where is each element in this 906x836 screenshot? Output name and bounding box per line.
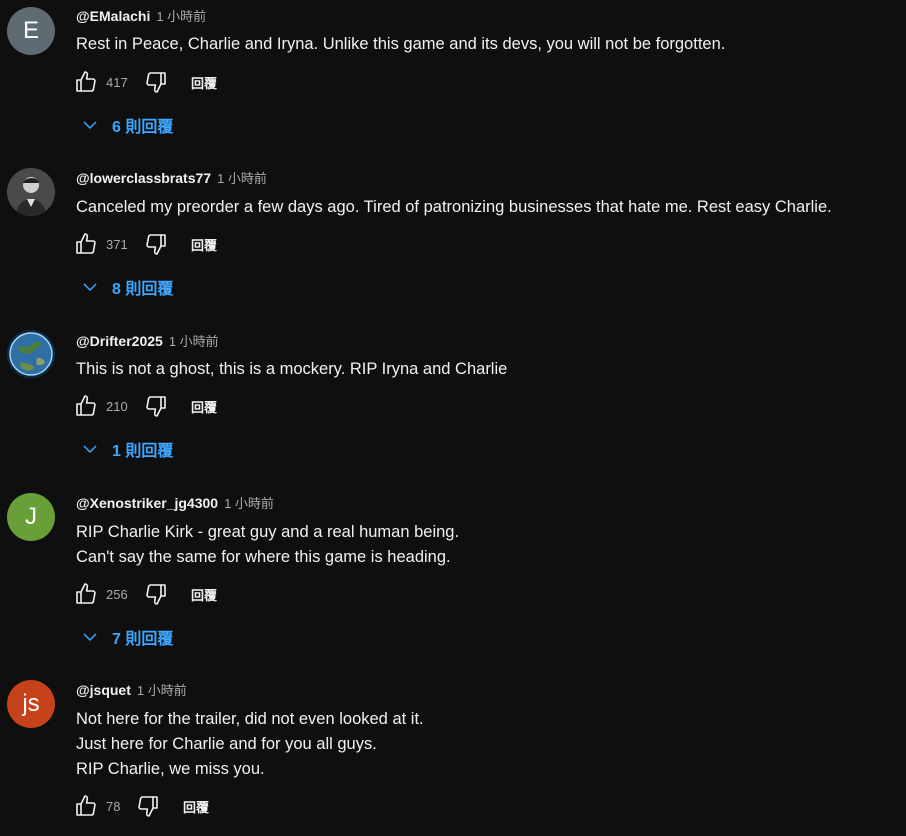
avatar[interactable]: J xyxy=(7,493,55,541)
thumbs-down-icon xyxy=(146,72,166,93)
dislike-button[interactable] xyxy=(142,69,170,95)
comment-text-line: Can't say the same for where this game i… xyxy=(76,548,451,566)
reply-button[interactable]: 回覆 xyxy=(191,585,217,604)
like-button[interactable] xyxy=(72,69,100,95)
comment-actions: 371 回覆 xyxy=(72,231,217,257)
comment-text: Not here for the trailer, did not even l… xyxy=(76,707,424,782)
reply-button[interactable]: 回覆 xyxy=(191,73,217,92)
comment-time[interactable]: 1 小時前 xyxy=(156,9,206,24)
globe-photo-icon xyxy=(7,330,55,378)
comment-time[interactable]: 1 小時前 xyxy=(169,334,219,349)
dislike-button[interactable] xyxy=(142,393,170,419)
chevron-down-icon xyxy=(80,439,100,459)
like-button[interactable] xyxy=(72,793,100,819)
thumbs-up-icon xyxy=(76,71,96,92)
comment-header: @EMalachi 1 小時前 xyxy=(76,7,206,26)
comment-time[interactable]: 1 小時前 xyxy=(137,683,187,698)
avatar[interactable]: js xyxy=(7,680,55,728)
avatar-letter: J xyxy=(25,503,37,530)
thumbs-up-icon xyxy=(76,795,96,816)
reply-button[interactable]: 回覆 xyxy=(183,797,209,816)
comment-actions: 78 回覆 xyxy=(72,793,209,819)
comment-actions: 256 回覆 xyxy=(72,581,217,607)
person-photo-icon xyxy=(7,168,55,216)
thumbs-down-icon xyxy=(146,584,166,605)
comment-text: RIP Charlie Kirk - great guy and a real … xyxy=(76,520,459,570)
reply-button[interactable]: 回覆 xyxy=(191,235,217,254)
comment-header: @Xenostriker_jg4300 1 小時前 xyxy=(76,494,274,513)
reply-button[interactable]: 回覆 xyxy=(191,397,217,416)
avatar[interactable] xyxy=(7,330,55,378)
comment-author[interactable]: @Xenostriker_jg4300 xyxy=(76,495,218,511)
comment-author[interactable]: @EMalachi xyxy=(76,8,150,24)
replies-count-label: 1 則回覆 xyxy=(112,443,174,460)
like-count: 78 xyxy=(106,798,121,814)
dislike-button[interactable] xyxy=(142,581,170,607)
thumbs-up-icon xyxy=(76,233,96,254)
comment-text: Rest in Peace, Charlie and Iryna. Unlike… xyxy=(76,32,725,57)
comment-text-line: This is not a ghost, this is a mockery. … xyxy=(76,360,508,378)
replies-count-label: 7 則回覆 xyxy=(112,631,174,648)
chevron-down-icon xyxy=(80,627,100,647)
view-replies-button[interactable]: 7 則回覆 xyxy=(80,624,173,650)
thumbs-down-icon xyxy=(146,396,166,417)
like-count: 256 xyxy=(106,586,128,602)
avatar[interactable] xyxy=(7,168,55,216)
like-button[interactable] xyxy=(72,393,100,419)
replies-count-label: 6 則回覆 xyxy=(112,119,174,136)
comment-author[interactable]: @lowerclassbrats77 xyxy=(76,170,211,186)
comment-author[interactable]: @jsquet xyxy=(76,682,131,698)
dislike-button[interactable] xyxy=(142,231,170,257)
thumbs-down-icon xyxy=(146,234,166,255)
comment-header: @lowerclassbrats77 1 小時前 xyxy=(76,169,267,188)
thumbs-up-icon xyxy=(76,583,96,604)
like-count: 371 xyxy=(106,236,128,252)
chevron-down-icon xyxy=(80,115,100,135)
chevron-down-icon xyxy=(80,277,100,297)
dislike-button[interactable] xyxy=(134,793,162,819)
avatar-letter: E xyxy=(22,17,39,44)
comment-text-line: RIP Charlie Kirk - great guy and a real … xyxy=(76,523,460,541)
comment-text: This is not a ghost, this is a mockery. … xyxy=(76,357,507,382)
comment-text-line: RIP Charlie, we miss you. xyxy=(76,760,265,778)
like-button[interactable] xyxy=(72,581,100,607)
view-replies-button[interactable]: 6 則回覆 xyxy=(80,112,173,138)
view-replies-button[interactable]: 8 則回覆 xyxy=(80,274,173,300)
comment-text-line: Canceled my preorder a few days ago. Tir… xyxy=(76,198,832,216)
comment-time[interactable]: 1 小時前 xyxy=(217,171,267,186)
comment-text-line: Just here for Charlie and for you all gu… xyxy=(76,735,377,753)
comment-actions: 210 回覆 xyxy=(72,393,217,419)
thumbs-up-icon xyxy=(76,395,96,416)
comment-text-line: Not here for the trailer, did not even l… xyxy=(76,710,424,728)
view-replies-button[interactable]: 1 則回覆 xyxy=(80,436,173,462)
thumbs-down-icon xyxy=(138,796,158,817)
comment-text-line: Rest in Peace, Charlie and Iryna. Unlike… xyxy=(76,35,726,53)
like-button[interactable] xyxy=(72,231,100,257)
comment-actions: 417 回覆 xyxy=(72,69,217,95)
like-count: 210 xyxy=(106,398,128,414)
comment-author[interactable]: @Drifter2025 xyxy=(76,333,163,349)
comment-time[interactable]: 1 小時前 xyxy=(224,496,274,511)
comment-text: Canceled my preorder a few days ago. Tir… xyxy=(76,195,832,220)
avatar[interactable]: E xyxy=(7,7,55,55)
replies-count-label: 8 則回覆 xyxy=(112,281,174,298)
comment-header: @Drifter2025 1 小時前 xyxy=(76,332,219,351)
like-count: 417 xyxy=(106,74,128,90)
avatar-letter: js xyxy=(22,690,40,717)
comment-header: @jsquet 1 小時前 xyxy=(76,681,187,700)
